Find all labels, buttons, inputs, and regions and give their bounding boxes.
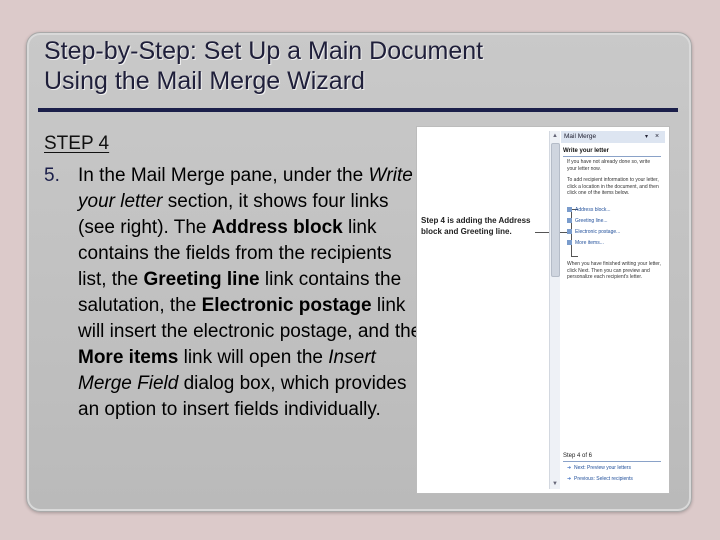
instruction-text-1: If you have not already done so, write y…: [567, 159, 651, 172]
address-block-icon: [567, 207, 572, 213]
more-items-link[interactable]: More items...: [567, 240, 604, 247]
step-label: STEP 4: [44, 133, 110, 154]
title-divider: [38, 108, 678, 112]
instruction-text-2: To add recipient information to your let…: [567, 177, 659, 196]
section-title: Write your letter: [563, 148, 609, 154]
greeting-line-link[interactable]: Greeting line...: [567, 218, 608, 225]
pane-title: Mail Merge: [564, 133, 597, 140]
pane-options-icon[interactable]: ▾: [645, 131, 648, 143]
next-arrow-icon: ➜: [567, 465, 572, 471]
section-divider: [563, 156, 661, 157]
close-icon[interactable]: ×: [655, 131, 659, 143]
previous-step-link[interactable]: ➜ Previous: Select recipients: [567, 476, 633, 483]
scroll-down-icon[interactable]: ▼: [552, 481, 558, 487]
step-divider: [563, 461, 661, 462]
item-number: 5.: [44, 165, 60, 186]
mail-merge-screenshot: Step 4 is adding the Address block and G…: [416, 126, 670, 494]
electronic-postage-icon: [567, 229, 572, 235]
greeting-line-icon: [567, 218, 572, 224]
next-step-link[interactable]: ➜ Next: Preview your letters: [567, 465, 631, 472]
slide-title-line-1: Step-by-Step: Set Up a Main Document: [44, 37, 484, 65]
more-items-icon: [567, 240, 572, 246]
previous-arrow-icon: ➜: [567, 476, 572, 482]
address-block-link[interactable]: Address block...: [567, 207, 611, 214]
slide-title: Step-by-Step: Set Up a Main Document Usi…: [44, 36, 664, 96]
scroll-up-icon[interactable]: ▲: [552, 133, 558, 139]
step-description: 5. In the Mail Merge pane, under the Wri…: [44, 163, 424, 493]
pane-scrollbar[interactable]: ▲ ▼: [549, 131, 560, 489]
screenshot-callout: Step 4 is adding the Address block and G…: [421, 216, 531, 236]
mail-merge-pane: Mail Merge ▾ × Write your letter If you …: [561, 131, 665, 489]
step-indicator: Step 4 of 6: [563, 453, 593, 459]
slide-title-line-2: Using the Mail Merge Wizard: [44, 67, 365, 95]
description-paragraph: In the Mail Merge pane, under the Write …: [78, 165, 422, 420]
instruction-text-3: When you have finished writing your lett…: [567, 261, 661, 280]
scroll-thumb[interactable]: [551, 143, 560, 277]
electronic-postage-link[interactable]: Electronic postage...: [567, 229, 620, 236]
pane-header: Mail Merge ▾ ×: [561, 131, 665, 143]
